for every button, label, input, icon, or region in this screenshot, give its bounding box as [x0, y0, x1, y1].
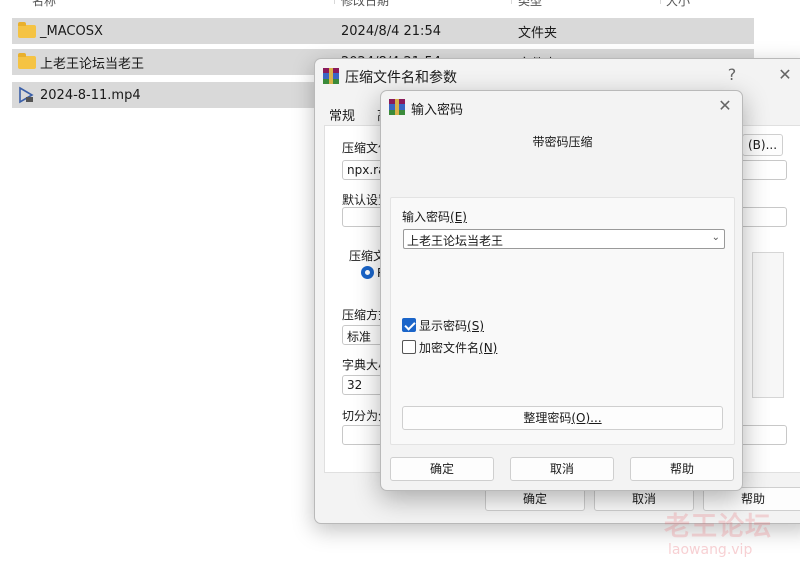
column-divider[interactable] — [511, 0, 512, 4]
hotkey-e: (E) — [450, 210, 467, 224]
close-icon[interactable]: ✕ — [774, 65, 796, 84]
show-password-label[interactable]: 显示密码(S) — [419, 317, 484, 334]
show-password-checkbox[interactable] — [402, 318, 416, 332]
encrypt-filenames-label[interactable]: 加密文件名(N) — [419, 339, 497, 356]
hotkey-s: (S) — [467, 319, 484, 333]
column-date[interactable]: 修改日期 — [341, 0, 389, 9]
password-dialog: 输入密码 ✕ 带密码压缩 输入密码(E) 上老王论坛当老王 ⌄ 显示密码(S) … — [380, 90, 743, 491]
dialog-title: 输入密码 — [411, 103, 464, 118]
file-row-video[interactable]: 2024-8-11.mp4 — [12, 82, 314, 108]
organize-passwords-button[interactable]: 整理密码(O)... — [402, 406, 723, 430]
hotkey-n: (N) — [479, 341, 498, 355]
watermark-text: 老王论坛 — [664, 512, 773, 542]
file-name: _MACOSX — [40, 23, 103, 39]
file-date: 2024/8/4 21:54 — [341, 23, 441, 39]
password-value: 上老王论坛当老王 — [407, 234, 504, 248]
file-row-macosx[interactable]: _MACOSX 2024/8/4 21:54 文件夹 — [12, 18, 754, 44]
dialog-header: 带密码压缩 — [532, 135, 593, 149]
options-list — [752, 252, 784, 398]
file-name: 2024-8-11.mp4 — [40, 87, 141, 103]
browse-button[interactable]: (B)... — [742, 134, 783, 156]
column-divider[interactable] — [334, 0, 335, 4]
help-icon[interactable]: ? — [721, 65, 743, 84]
radio-rar[interactable] — [361, 266, 374, 279]
enter-password-label: 输入密码(E) — [402, 210, 467, 224]
dialog-title: 压缩文件名和参数 — [345, 70, 457, 86]
chevron-down-icon[interactable]: ⌄ — [712, 232, 720, 243]
dictionary-value: 32 — [347, 378, 363, 392]
column-type[interactable]: 类型 — [518, 0, 542, 9]
cancel-button[interactable]: 取消 — [510, 457, 614, 481]
password-input[interactable]: 上老王论坛当老王 ⌄ — [403, 229, 725, 249]
method-value: 标准 — [347, 330, 372, 344]
encrypt-filenames-checkbox[interactable] — [402, 340, 416, 354]
watermark-url: laowang.vip — [668, 542, 753, 558]
close-icon[interactable]: ✕ — [714, 96, 736, 115]
winrar-icon — [323, 68, 339, 84]
column-name[interactable]: 名称 — [32, 0, 56, 9]
winrar-icon — [389, 99, 405, 115]
password-panel: 输入密码(E) 上老王论坛当老王 ⌄ 显示密码(S) 加密文件名(N) 整理密码… — [390, 197, 735, 445]
column-header: 名称 修改日期 类型 大小 — [0, 0, 760, 8]
hotkey-o: (O)... — [571, 411, 602, 425]
video-file-icon — [19, 86, 34, 104]
file-name: 上老王论坛当老王 — [40, 56, 145, 72]
folder-icon — [18, 53, 36, 69]
help-button[interactable]: 帮助 — [630, 457, 734, 481]
column-divider[interactable] — [660, 0, 661, 4]
column-size[interactable]: 大小 — [666, 0, 690, 9]
tab-general[interactable]: 常规 — [329, 105, 355, 124]
file-type: 文件夹 — [518, 25, 558, 41]
ok-button[interactable]: 确定 — [390, 457, 494, 481]
folder-icon — [18, 22, 36, 38]
